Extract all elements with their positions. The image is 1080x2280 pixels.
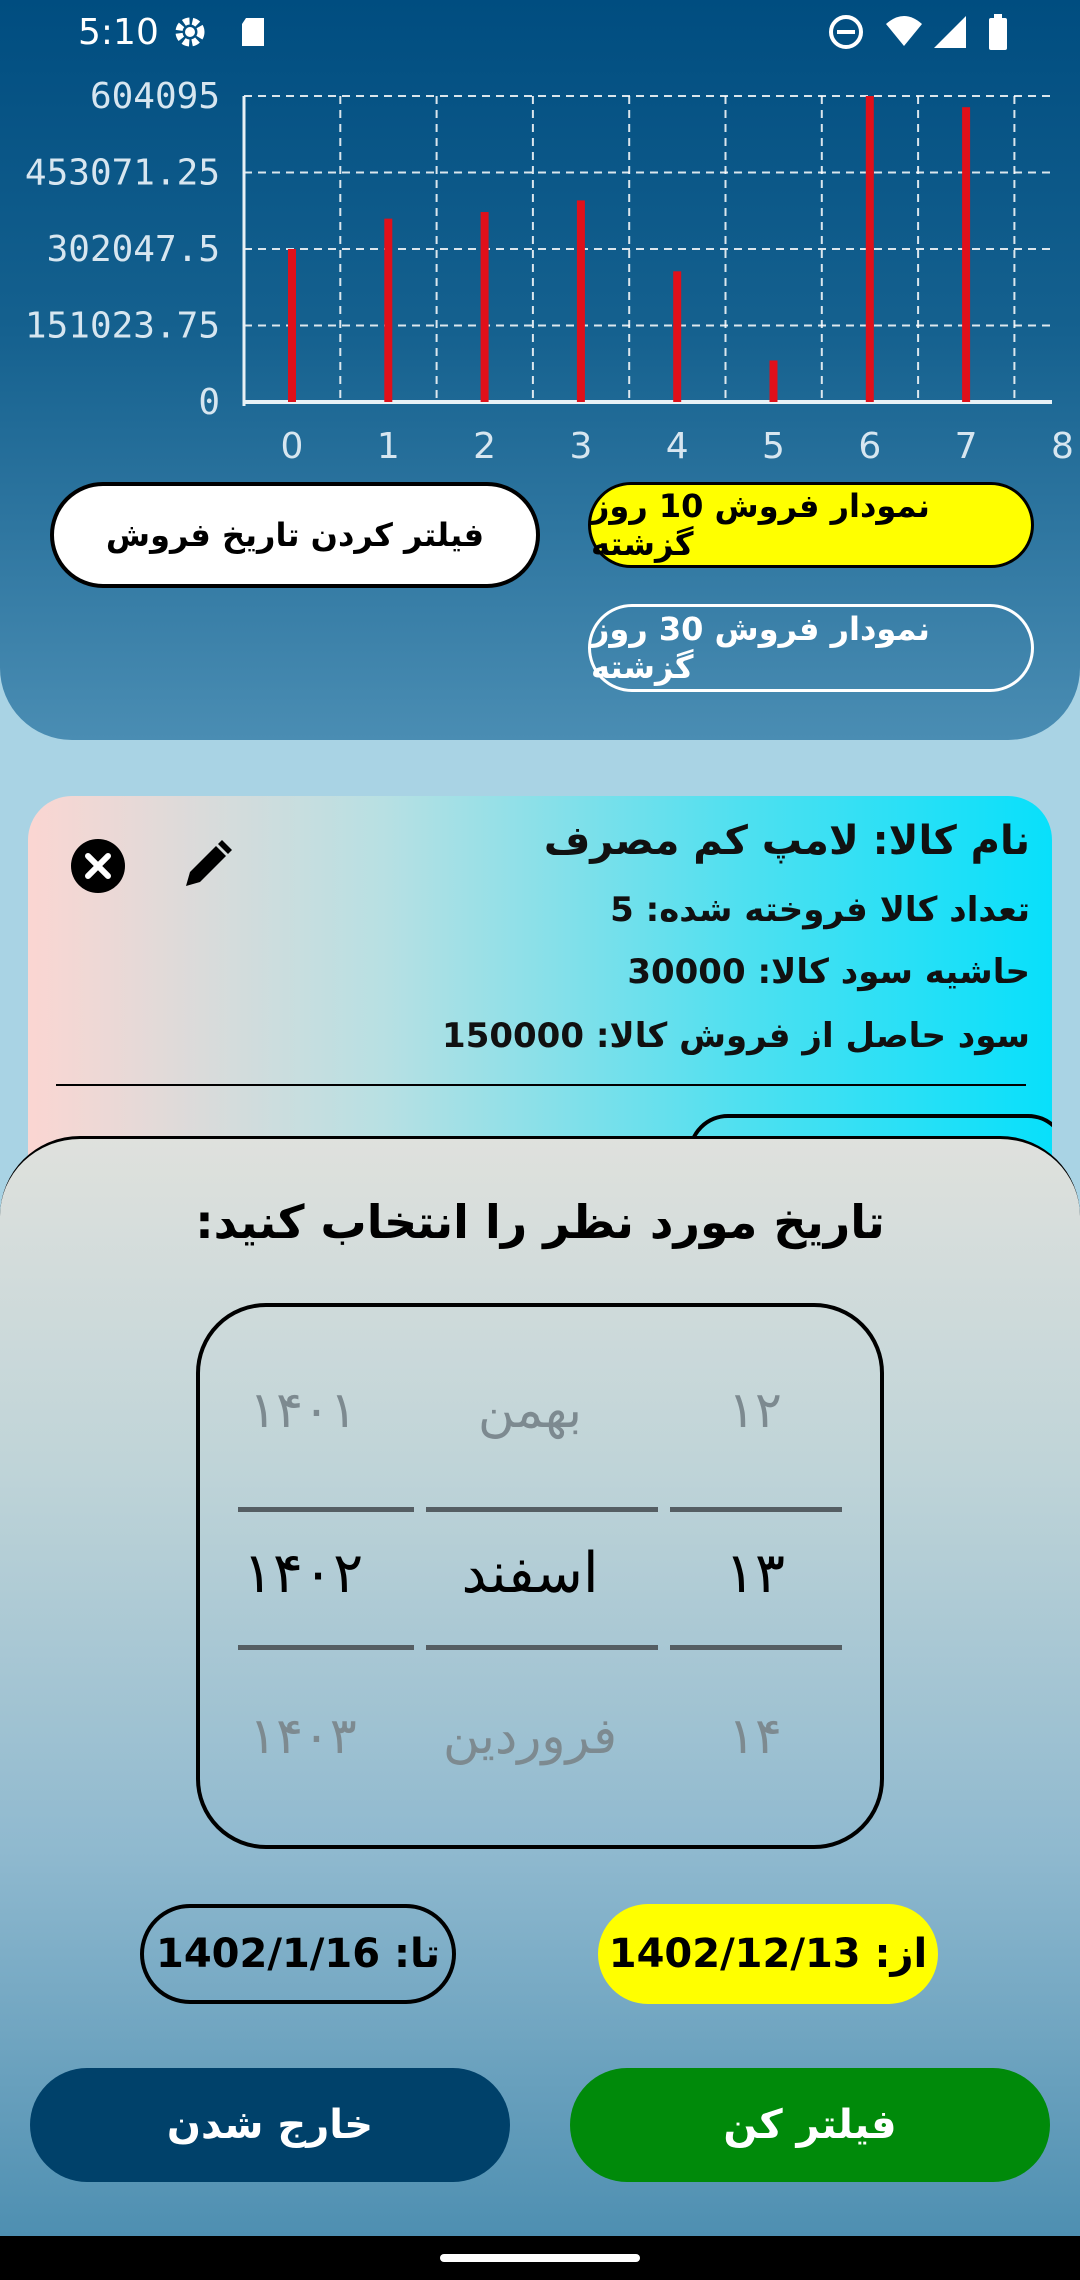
month-divider-bottom	[426, 1645, 658, 1650]
chart-bar	[962, 107, 971, 402]
y-tick-label: 0	[198, 382, 220, 423]
exit-button[interactable]: خارج شدن	[30, 2068, 510, 2182]
x-tick-label: 3	[569, 426, 592, 467]
signal-icon	[934, 16, 966, 48]
chart-bar	[480, 212, 489, 402]
wifi-icon	[886, 16, 922, 46]
y-tick-label: 453071.25	[25, 153, 220, 194]
home-handle[interactable]	[440, 2254, 640, 2262]
year-next[interactable]: ۱۴۰۳	[218, 1707, 388, 1765]
dnd-icon	[829, 15, 863, 49]
status-bar: 5:10	[0, 0, 1080, 70]
y-tick-label: 151023.75	[25, 306, 220, 347]
sold-count: تعداد کالا فروخته شده: 5	[610, 890, 1030, 930]
sales-30-days-button[interactable]: نمودار فروش 30 روز گزشته	[588, 604, 1034, 692]
y-tick-label: 604095	[90, 76, 220, 117]
x-tick-label: 2	[473, 426, 496, 467]
month-selected[interactable]: اسفند	[410, 1541, 650, 1606]
sales-chart-panel: 5:10 0 151023.75 302047.5 453071.25 604095 0 1…	[0, 0, 1080, 740]
x-tick-label: 5	[762, 426, 785, 467]
status-time: 5:10	[78, 12, 159, 53]
chart-bar	[288, 249, 296, 402]
year-divider-top	[238, 1507, 414, 1512]
sales-10-days-button[interactable]: نمودار فروش 10 روز گزشته	[588, 482, 1034, 568]
from-date-chip[interactable]: از: 1402/12/13	[598, 1904, 938, 2004]
month-prev[interactable]: بهمن	[410, 1381, 650, 1439]
sales-bar-chart: 0 151023.75 302047.5 453071.25 604095 0 1 2 3 4 5 6…	[25, 76, 1074, 467]
day-next[interactable]: ۱۴	[670, 1707, 840, 1765]
year-divider-bottom	[238, 1645, 414, 1650]
sd-card-icon	[242, 18, 264, 46]
profit-margin: حاشیه سود کالا: 30000	[627, 952, 1030, 992]
month-divider-top	[426, 1507, 658, 1512]
day-selected[interactable]: ۱۳	[670, 1541, 840, 1606]
close-icon[interactable]	[68, 836, 128, 896]
date-picker[interactable]: ۱۴۰۱ ۱۴۰۲ ۱۴۰۳ بهمن اسفند فروردین ۱۲ ۱۳ …	[196, 1303, 884, 1849]
x-tick-label: 1	[377, 426, 400, 467]
day-divider-bottom	[670, 1645, 842, 1650]
x-tick-label: 8	[1051, 426, 1074, 467]
chart-bar	[576, 200, 585, 402]
navigation-bar	[0, 2236, 1080, 2280]
chart-bar	[865, 96, 874, 402]
battery-icon	[989, 14, 1007, 50]
y-tick-label: 302047.5	[47, 229, 220, 270]
filter-sales-date-button[interactable]: فیلتر کردن تاریخ فروش	[50, 482, 540, 588]
product-name: نام کالا: لامپ کم مصرف	[543, 818, 1030, 864]
month-next[interactable]: فروردین	[410, 1707, 650, 1765]
chart-bar	[384, 218, 393, 402]
x-tick-label: 4	[666, 426, 689, 467]
card-divider	[56, 1084, 1026, 1086]
edit-icon[interactable]	[176, 836, 236, 896]
year-selected[interactable]: ۱۴۰۲	[218, 1541, 388, 1606]
to-date-chip[interactable]: تا: 1402/1/16	[140, 1904, 456, 2004]
sheet-title: تاریخ مورد نظر را انتخاب کنید:	[195, 1195, 885, 1249]
x-tick-label: 7	[955, 426, 978, 467]
x-tick-label: 0	[281, 426, 304, 467]
year-prev[interactable]: ۱۴۰۱	[218, 1381, 388, 1439]
day-prev[interactable]: ۱۲	[670, 1381, 840, 1439]
chart-bar	[769, 360, 778, 402]
total-profit: سود حاصل از فروش کالا: 150000	[442, 1016, 1030, 1056]
day-divider-top	[670, 1507, 842, 1512]
chart-bar	[673, 271, 682, 402]
x-tick-label: 6	[858, 426, 881, 467]
apply-filter-button[interactable]: فیلتر کن	[570, 2068, 1050, 2182]
gear-icon	[175, 17, 205, 47]
